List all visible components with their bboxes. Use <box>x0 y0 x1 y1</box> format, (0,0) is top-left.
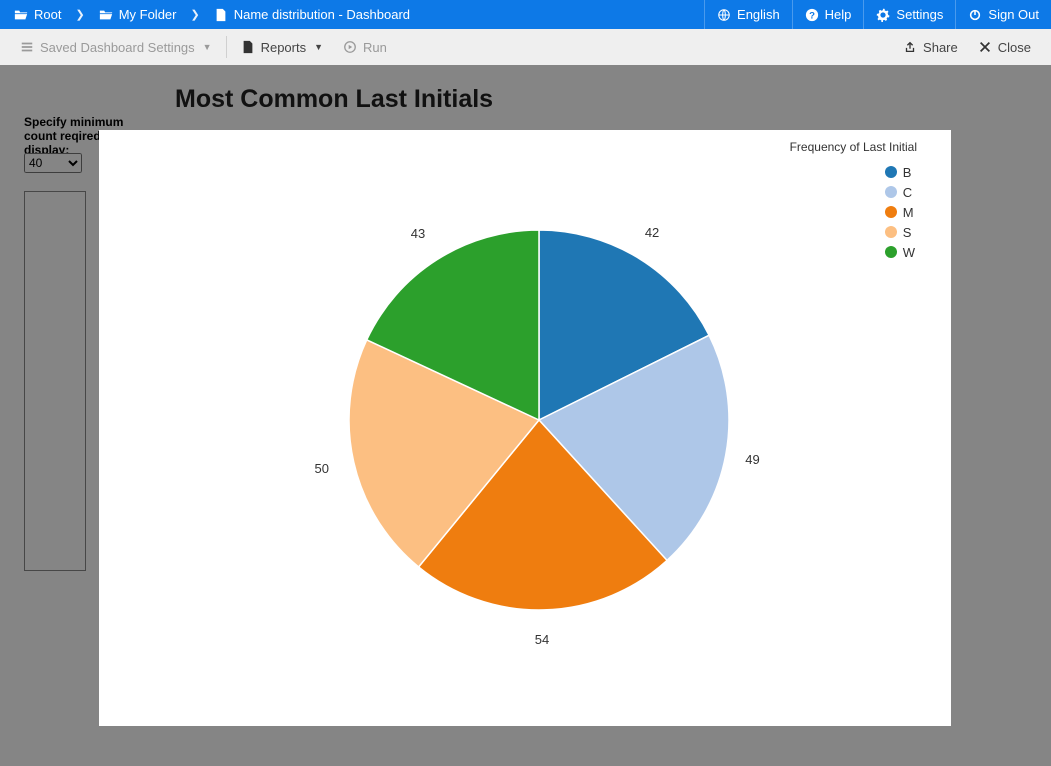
legend-item[interactable]: B <box>885 162 915 182</box>
data-label: 54 <box>535 632 549 647</box>
legend-swatch <box>885 206 897 218</box>
breadcrumb-current[interactable]: Name distribution - Dashboard <box>202 0 422 29</box>
settings-button[interactable]: Settings <box>863 0 955 29</box>
gear-icon <box>876 8 890 22</box>
help-button[interactable]: ? Help <box>792 0 864 29</box>
legend-label: B <box>903 165 912 180</box>
chevron-right-icon: ❯ <box>190 8 199 21</box>
folder-open-icon <box>99 8 113 22</box>
legend-item[interactable]: C <box>885 182 915 202</box>
chart-title: Frequency of Last Initial <box>790 140 917 154</box>
data-label: 50 <box>315 461 329 476</box>
legend-item[interactable]: W <box>885 242 915 262</box>
chevron-down-icon: ▼ <box>203 42 212 52</box>
settings-label: Settings <box>896 7 943 22</box>
legend-label: M <box>903 205 914 220</box>
saved-settings-button[interactable]: Saved Dashboard Settings ▼ <box>10 29 222 65</box>
help-icon: ? <box>805 8 819 22</box>
folder-open-icon <box>14 8 28 22</box>
chevron-right-icon: ❯ <box>75 8 84 21</box>
play-icon <box>343 40 357 54</box>
signout-button[interactable]: Sign Out <box>955 0 1051 29</box>
legend-item[interactable]: S <box>885 222 915 242</box>
globe-icon <box>717 8 731 22</box>
saved-settings-label: Saved Dashboard Settings <box>40 40 195 55</box>
pie-chart[interactable] <box>349 230 729 610</box>
list-icon <box>20 40 34 54</box>
close-label: Close <box>998 40 1031 55</box>
legend-swatch <box>885 226 897 238</box>
chevron-down-icon: ▼ <box>314 42 323 52</box>
breadcrumb: Root ❯ My Folder ❯ Name distribution - D… <box>0 0 422 29</box>
legend-label: C <box>903 185 912 200</box>
close-icon <box>978 40 992 54</box>
legend-item[interactable]: M <box>885 202 915 222</box>
help-label: Help <box>825 7 852 22</box>
language-label: English <box>737 7 780 22</box>
breadcrumb-myfolder[interactable]: My Folder <box>87 0 189 29</box>
run-label: Run <box>363 40 387 55</box>
share-icon <box>903 40 917 54</box>
topbar: Root ❯ My Folder ❯ Name distribution - D… <box>0 0 1051 29</box>
language-button[interactable]: English <box>704 0 792 29</box>
legend-swatch <box>885 186 897 198</box>
breadcrumb-label: Root <box>34 7 61 22</box>
toolbar: Saved Dashboard Settings ▼ Reports ▼ Run… <box>0 29 1051 65</box>
legend-label: S <box>903 225 912 240</box>
signout-label: Sign Out <box>988 7 1039 22</box>
reports-label: Reports <box>261 40 307 55</box>
file-icon <box>214 8 228 22</box>
legend-swatch <box>885 246 897 258</box>
reports-button[interactable]: Reports ▼ <box>231 29 333 65</box>
data-label: 42 <box>645 225 659 240</box>
breadcrumb-label: My Folder <box>119 7 177 22</box>
topbar-right: English ? Help Settings Sign Out <box>704 0 1051 29</box>
svg-text:?: ? <box>809 10 815 21</box>
legend-label: W <box>903 245 915 260</box>
file-icon <box>241 40 255 54</box>
share-label: Share <box>923 40 958 55</box>
power-icon <box>968 8 982 22</box>
main-area: Most Common Last Initials Specify minimu… <box>0 65 1051 766</box>
breadcrumb-label: Name distribution - Dashboard <box>234 7 410 22</box>
breadcrumb-root[interactable]: Root <box>0 0 73 29</box>
data-label: 49 <box>745 452 759 467</box>
divider <box>226 36 227 58</box>
data-label: 43 <box>411 226 425 241</box>
chart-card: Frequency of Last Initial BCMSW 42 49 54 50… <box>99 130 951 726</box>
share-button[interactable]: Share <box>893 40 968 55</box>
close-button[interactable]: Close <box>968 40 1041 55</box>
chart-legend: BCMSW <box>885 162 915 262</box>
legend-swatch <box>885 166 897 178</box>
run-button[interactable]: Run <box>333 29 397 65</box>
